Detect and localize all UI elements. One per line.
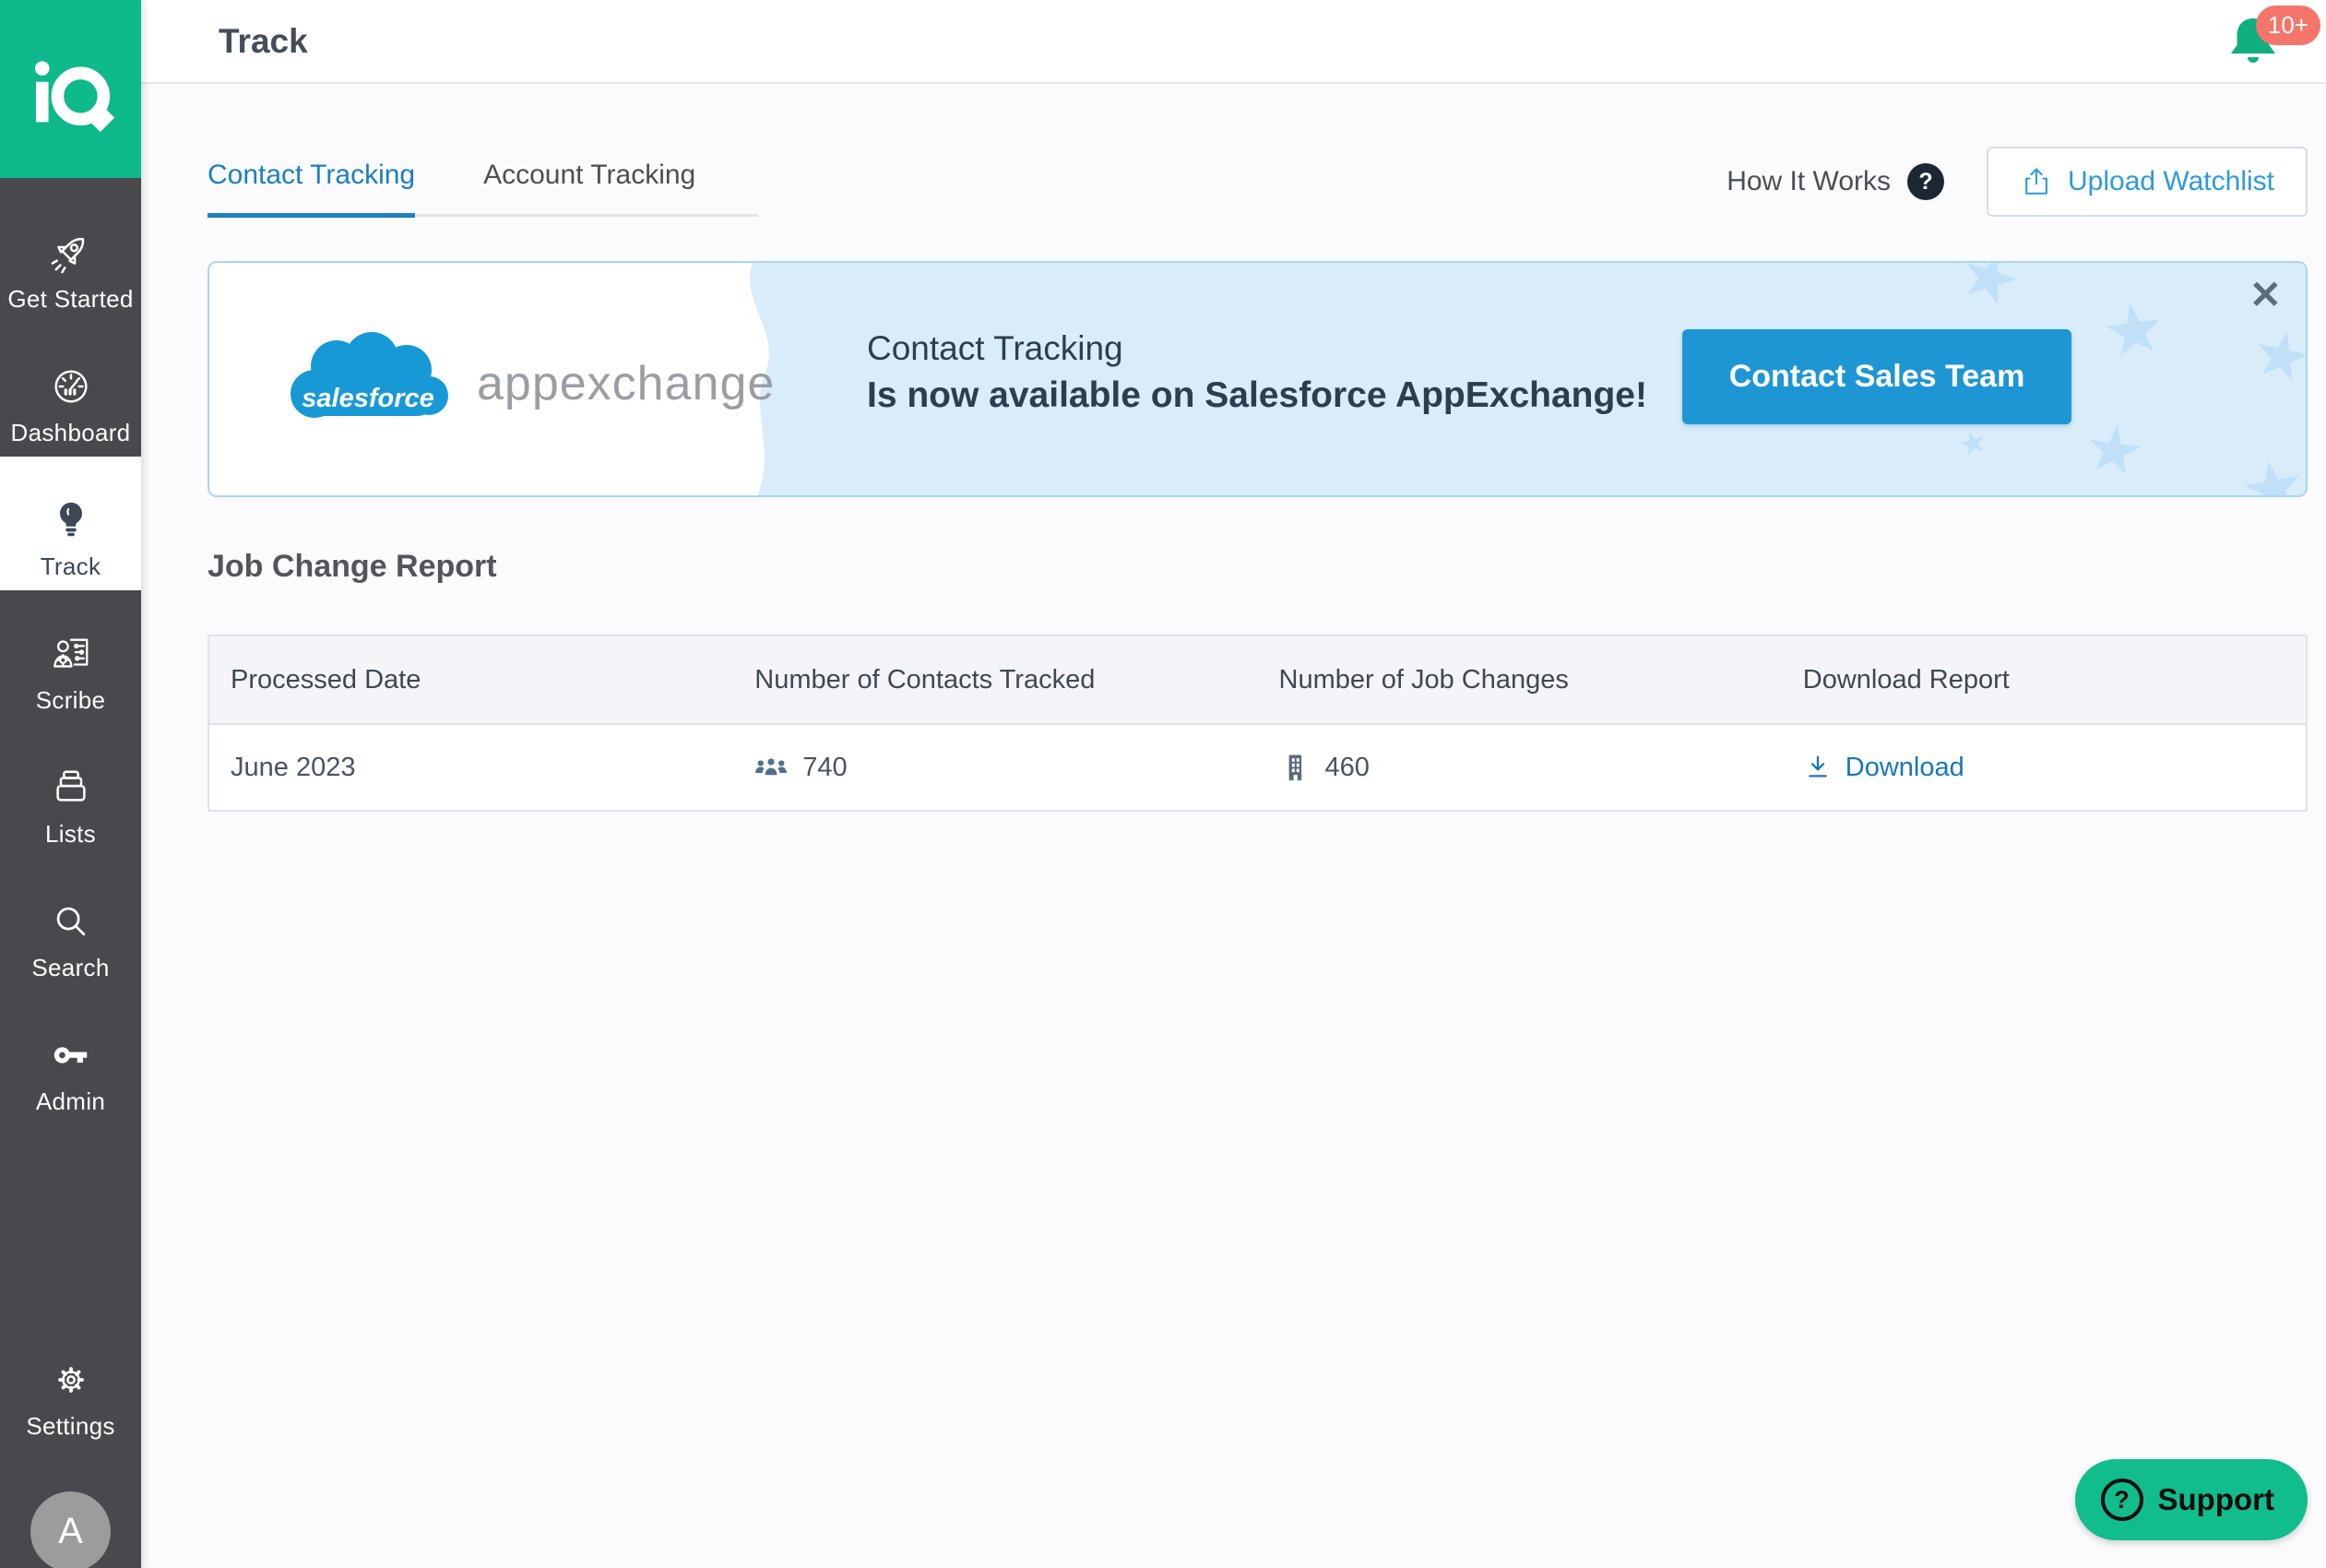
upload-watchlist-button[interactable]: Upload Watchlist xyxy=(1987,147,2308,217)
sidebar-item-label: Dashboard xyxy=(11,419,131,447)
notification-count-badge: 10+ xyxy=(2256,6,2320,45)
processed-date-cell: June 2023 xyxy=(209,753,733,783)
column-header-processed-date: Processed Date xyxy=(209,665,733,695)
content: Contact Tracking Account Tracking How It… xyxy=(141,84,2326,1568)
download-report-link[interactable]: Download xyxy=(1803,753,1964,783)
sidebar-item-search[interactable]: Search xyxy=(0,858,141,992)
gear-icon xyxy=(50,1359,92,1401)
star-decoration xyxy=(2250,327,2308,388)
key-icon xyxy=(50,1034,92,1076)
lightbulb-icon xyxy=(50,499,92,541)
how-it-works-link[interactable]: How It Works xyxy=(1727,166,1891,197)
sidebar-item-label: Settings xyxy=(26,1412,114,1441)
appexchange-banner: salesforce appexchange Contact Tracking … xyxy=(208,261,2308,497)
sidebar-item-get-started[interactable]: Get Started xyxy=(0,189,141,323)
support-question-icon: ? xyxy=(2101,1479,2143,1521)
help-question-icon[interactable]: ? xyxy=(1907,163,1944,200)
star-decoration xyxy=(2102,300,2166,362)
rocket-icon xyxy=(50,232,92,274)
contacts-tracked-cell: 740 xyxy=(733,753,1257,783)
speedometer-icon xyxy=(50,365,92,408)
tab-contact-tracking[interactable]: Contact Tracking xyxy=(208,160,415,218)
tab-bar: Contact Tracking Account Tracking xyxy=(208,160,758,217)
table-row: June 2023 xyxy=(209,725,2306,810)
notifications-button[interactable]: 10+ xyxy=(2217,4,2320,81)
job-changes-cell: 460 xyxy=(1258,751,1782,784)
app-root: Get Started Dashboard xyxy=(0,0,2326,1568)
building-icon xyxy=(1279,751,1311,784)
upload-watchlist-label: Upload Watchlist xyxy=(2068,166,2274,197)
appexchange-wordmark: appexchange xyxy=(477,356,775,411)
banner-close-icon[interactable]: ✕ xyxy=(2249,276,2282,315)
page-title: Track xyxy=(219,22,308,61)
top-bar: Track 10+ xyxy=(141,0,2326,84)
upload-icon xyxy=(2020,165,2053,198)
star-decoration xyxy=(2239,456,2308,497)
banner-copy: Contact Tracking Is now available on Sal… xyxy=(867,329,1647,416)
tabs-row: Contact Tracking Account Tracking How It… xyxy=(208,147,2308,217)
page-controls: How It Works ? Upload Watchlist xyxy=(1727,147,2308,217)
column-header-contacts-tracked: Number of Contacts Tracked xyxy=(733,665,1257,695)
sidebar-item-lists[interactable]: Lists xyxy=(0,724,141,858)
contact-sales-team-button[interactable]: Contact Sales Team xyxy=(1682,329,2071,424)
banner-title: Contact Tracking xyxy=(867,329,1647,368)
user-avatar[interactable]: A xyxy=(30,1491,111,1568)
avatar-initial: A xyxy=(58,1511,83,1552)
sidebar-item-label: Get Started xyxy=(7,285,133,314)
column-header-download-report: Download Report xyxy=(1782,665,2306,695)
lists-icon xyxy=(50,766,92,809)
sidebar-item-label: Track xyxy=(41,552,101,581)
job-changes-value: 460 xyxy=(1325,753,1370,783)
salesforce-cloud-icon: salesforce xyxy=(276,323,460,439)
sidebar-item-label: Search xyxy=(31,954,109,982)
sidebar-item-label: Scribe xyxy=(36,686,106,715)
salesforce-wordmark: salesforce xyxy=(302,384,434,413)
scribe-icon xyxy=(50,633,92,675)
search-icon xyxy=(50,900,92,943)
star-decoration xyxy=(2083,422,2143,481)
processed-date-value: June 2023 xyxy=(231,753,355,783)
people-group-icon xyxy=(754,753,788,782)
sidebar-item-label: Admin xyxy=(36,1087,105,1116)
table-header-row: Processed Date Number of Contacts Tracke… xyxy=(209,636,2306,725)
sidebar-item-settings[interactable]: Settings xyxy=(0,1316,141,1450)
sidebar-item-dashboard[interactable]: Dashboard xyxy=(0,323,141,457)
banner-subtitle: Is now available on Salesforce AppExchan… xyxy=(867,375,1647,416)
support-label: Support xyxy=(2158,1482,2274,1517)
main-area: Track 10+ Contact Tracking Account Track… xyxy=(141,0,2326,1568)
sidebar-nav: Get Started Dashboard xyxy=(0,189,141,1125)
download-cell: Download xyxy=(1782,753,2306,783)
download-label: Download xyxy=(1845,753,1964,783)
download-icon xyxy=(1803,753,1833,782)
sidebar: Get Started Dashboard xyxy=(0,0,141,1568)
sidebar-item-admin[interactable]: Admin xyxy=(0,992,141,1125)
star-decoration xyxy=(1957,428,1988,458)
report-heading: Job Change Report xyxy=(208,549,2308,585)
app-logo[interactable] xyxy=(0,0,141,178)
support-button[interactable]: ? Support xyxy=(2075,1459,2308,1540)
star-decoration xyxy=(1955,261,2024,313)
contacts-tracked-value: 740 xyxy=(802,753,847,783)
sidebar-item-track[interactable]: Track xyxy=(0,457,141,590)
sidebar-item-label: Lists xyxy=(45,820,96,849)
job-change-report-table: Processed Date Number of Contacts Tracke… xyxy=(208,635,2308,812)
sidebar-item-scribe[interactable]: Scribe xyxy=(0,590,141,724)
iq-logo-icon xyxy=(23,45,119,134)
tab-account-tracking[interactable]: Account Tracking xyxy=(483,160,695,214)
salesforce-appexchange-logo: salesforce appexchange xyxy=(276,316,792,445)
column-header-job-changes: Number of Job Changes xyxy=(1258,665,1782,695)
